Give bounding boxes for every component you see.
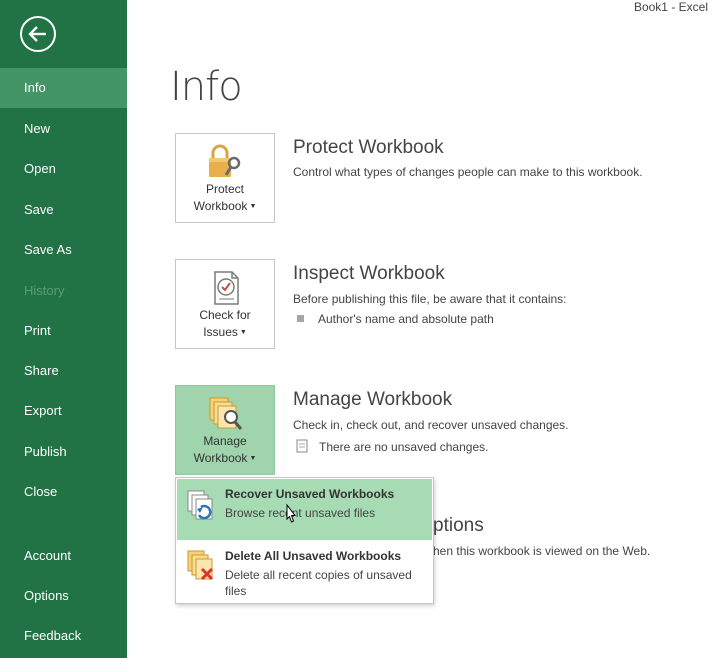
back-button[interactable] xyxy=(18,14,58,54)
dropdown-caret-icon: ▼ xyxy=(249,203,257,210)
protect-workbook-button[interactable]: Protect Workbook ▼ xyxy=(175,133,275,223)
delete-all-unsaved-description: Delete all recent copies of unsaved file… xyxy=(225,568,412,598)
inspect-workbook-description: Before publishing this file, be aware th… xyxy=(293,292,567,306)
check-for-issues-button[interactable]: Check for Issues ▼ xyxy=(175,259,275,349)
delete-all-unsaved-workbooks-item[interactable]: Delete All Unsaved Workbooks Delete all … xyxy=(177,541,432,601)
recover-unsaved-description: Browse recent unsaved files xyxy=(225,506,376,520)
nav-close[interactable]: Close xyxy=(0,472,127,512)
check-document-icon xyxy=(206,270,246,306)
recover-unsaved-workbooks-item[interactable]: Recover Unsaved Workbooks Browse recent … xyxy=(177,479,432,540)
browser-view-options-heading: ptions xyxy=(433,515,484,536)
manage-workbook-menu: Recover Unsaved Workbooks Browse recent … xyxy=(175,477,434,604)
delete-all-unsaved-title: Delete All Unsaved Workbooks xyxy=(225,549,402,563)
nav-save[interactable]: Save xyxy=(0,190,127,230)
inspect-bullet-text: Author's name and absolute path xyxy=(318,312,494,326)
delete-documents-icon xyxy=(185,549,215,581)
recover-documents-icon xyxy=(185,489,215,521)
manage-workbook-description: Check in, check out, and recover unsaved… xyxy=(293,418,569,432)
nav-feedback[interactable]: Feedback xyxy=(0,616,127,656)
window-title: Book1 - Excel xyxy=(633,0,708,14)
protect-workbook-description: Control what types of changes people can… xyxy=(293,165,643,179)
nav-share[interactable]: Share xyxy=(0,351,127,391)
page-title: Info xyxy=(170,64,243,110)
inspect-workbook-heading: Inspect Workbook xyxy=(293,263,445,284)
browser-view-options-description: hen this workbook is viewed on the Web. xyxy=(433,544,651,558)
workbook-magnifier-icon xyxy=(206,396,246,432)
recover-unsaved-title: Recover Unsaved Workbooks xyxy=(225,487,395,501)
manage-status-text: There are no unsaved changes. xyxy=(319,440,489,454)
bullet-square-icon xyxy=(297,315,304,322)
inspect-bullet: Author's name and absolute path xyxy=(297,312,494,326)
nav-export[interactable]: Export xyxy=(0,391,127,431)
nav-new[interactable]: New xyxy=(0,109,127,149)
inspect-tile-label-1: Check for xyxy=(199,308,251,322)
back-arrow-circle-icon xyxy=(20,16,56,52)
nav-save-as[interactable]: Save As xyxy=(0,230,127,270)
nav-print[interactable]: Print xyxy=(0,311,127,351)
protect-tile-label-1: Protect xyxy=(205,182,244,196)
manage-tile-label-1: Manage xyxy=(203,434,247,448)
nav-options[interactable]: Options xyxy=(0,576,127,616)
document-icon xyxy=(296,439,308,453)
protect-workbook-heading: Protect Workbook xyxy=(293,137,444,158)
dropdown-caret-icon: ▼ xyxy=(239,329,247,336)
inspect-tile-label-2: Issues xyxy=(203,325,238,339)
nav-publish[interactable]: Publish xyxy=(0,432,127,472)
mouse-cursor-icon xyxy=(283,503,299,527)
nav-history: History xyxy=(24,283,65,298)
dropdown-caret-icon: ▼ xyxy=(249,455,257,462)
manage-workbook-button[interactable]: Manage Workbook ▼ xyxy=(175,385,275,475)
manage-status: There are no unsaved changes. xyxy=(295,439,488,454)
nav-account[interactable]: Account xyxy=(0,536,127,576)
manage-tile-label-2: Workbook xyxy=(193,451,248,465)
nav-open[interactable]: Open xyxy=(0,149,127,189)
backstage-sidebar: Info New Open Save Save As History Print… xyxy=(0,0,127,658)
protect-tile-label-2: Workbook xyxy=(193,199,248,213)
nav-info[interactable]: Info xyxy=(0,68,127,108)
manage-workbook-heading: Manage Workbook xyxy=(293,389,453,410)
padlock-key-icon xyxy=(206,144,246,180)
